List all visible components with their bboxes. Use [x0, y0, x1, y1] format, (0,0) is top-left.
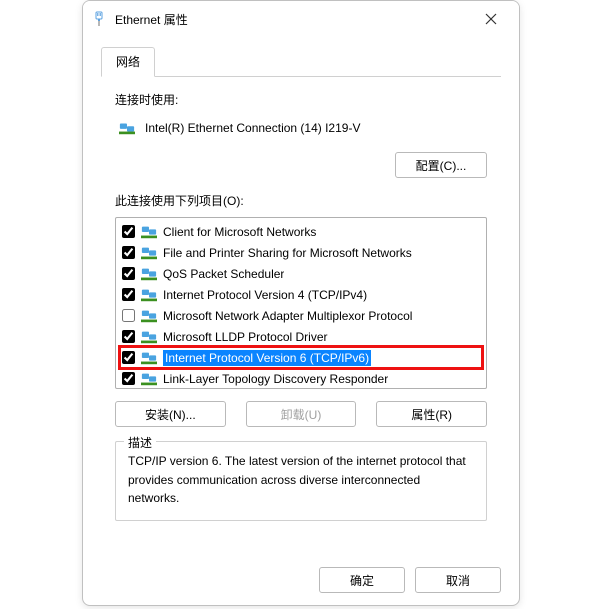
adapter-name: Intel(R) Ethernet Connection (14) I219-V	[145, 121, 360, 135]
component-label: Link-Layer Topology Discovery Responder	[163, 372, 388, 386]
component-checkbox[interactable]	[122, 330, 135, 343]
network-adapter-icon	[119, 120, 135, 136]
list-item[interactable]: Client for Microsoft Networks	[116, 221, 486, 242]
client-area: 网络 连接时使用: Intel(R) Ethernet Connection (…	[83, 37, 519, 535]
connect-using-label: 连接时使用:	[115, 91, 487, 108]
component-checkbox[interactable]	[122, 351, 135, 364]
description-text: TCP/IP version 6. The latest version of …	[128, 452, 474, 508]
titlebar[interactable]: Ethernet 属性	[83, 1, 519, 37]
network-component-icon	[141, 245, 157, 261]
component-label: QoS Packet Scheduler	[163, 267, 284, 281]
components-listbox[interactable]: Client for Microsoft Networks File and Pr…	[115, 217, 487, 389]
list-item[interactable]: QoS Packet Scheduler	[116, 263, 486, 284]
list-item[interactable]: Internet Protocol Version 6 (TCP/IPv6)	[116, 347, 486, 368]
component-checkbox[interactable]	[122, 288, 135, 301]
install-button[interactable]: 安装(N)...	[115, 401, 226, 427]
description-groupbox: 描述 TCP/IP version 6. The latest version …	[115, 441, 487, 521]
component-checkbox[interactable]	[122, 267, 135, 280]
configure-row: 配置(C)...	[115, 152, 487, 178]
network-component-icon	[141, 287, 157, 303]
list-item[interactable]: Microsoft Network Adapter Multiplexor Pr…	[116, 305, 486, 326]
component-label: Internet Protocol Version 4 (TCP/IPv4)	[163, 288, 367, 302]
dialog-footer: 确定 取消	[319, 567, 501, 593]
cancel-button[interactable]: 取消	[415, 567, 501, 593]
list-item[interactable]: Link-Layer Topology Discovery Responder	[116, 368, 486, 389]
ethernet-plug-icon	[91, 11, 107, 27]
network-component-icon	[141, 371, 157, 387]
tab-panel: 连接时使用: Intel(R) Ethernet Connection (14)…	[101, 91, 501, 521]
ok-button[interactable]: 确定	[319, 567, 405, 593]
component-checkbox[interactable]	[122, 225, 135, 238]
window-title: Ethernet 属性	[115, 11, 471, 28]
component-buttons-row: 安装(N)... 卸载(U) 属性(R)	[115, 401, 487, 427]
component-label: File and Printer Sharing for Microsoft N…	[163, 246, 412, 260]
tab-network[interactable]: 网络	[101, 47, 155, 77]
component-label: Microsoft Network Adapter Multiplexor Pr…	[163, 309, 412, 323]
network-component-icon	[141, 308, 157, 324]
dialog-window: Ethernet 属性 网络 连接时使用: Intel(R) Ethernet …	[82, 0, 520, 606]
list-item[interactable]: Internet Protocol Version 4 (TCP/IPv4)	[116, 284, 486, 305]
list-item[interactable]: Microsoft LLDP Protocol Driver	[116, 326, 486, 347]
network-component-icon	[141, 350, 157, 366]
items-used-label: 此连接使用下列项目(O):	[115, 192, 487, 209]
adapter-row: Intel(R) Ethernet Connection (14) I219-V	[115, 116, 487, 150]
component-checkbox[interactable]	[122, 309, 135, 322]
close-button[interactable]	[471, 4, 511, 34]
tabstrip: 网络	[101, 47, 501, 77]
component-label: Client for Microsoft Networks	[163, 225, 316, 239]
component-label: Microsoft LLDP Protocol Driver	[163, 330, 328, 344]
component-checkbox[interactable]	[122, 372, 135, 385]
network-component-icon	[141, 224, 157, 240]
properties-button[interactable]: 属性(R)	[376, 401, 487, 427]
component-checkbox[interactable]	[122, 246, 135, 259]
component-label: Internet Protocol Version 6 (TCP/IPv6)	[163, 350, 371, 366]
list-item[interactable]: File and Printer Sharing for Microsoft N…	[116, 242, 486, 263]
network-component-icon	[141, 329, 157, 345]
uninstall-button: 卸载(U)	[246, 401, 357, 427]
description-title: 描述	[124, 434, 156, 451]
configure-button[interactable]: 配置(C)...	[395, 152, 487, 178]
network-component-icon	[141, 266, 157, 282]
